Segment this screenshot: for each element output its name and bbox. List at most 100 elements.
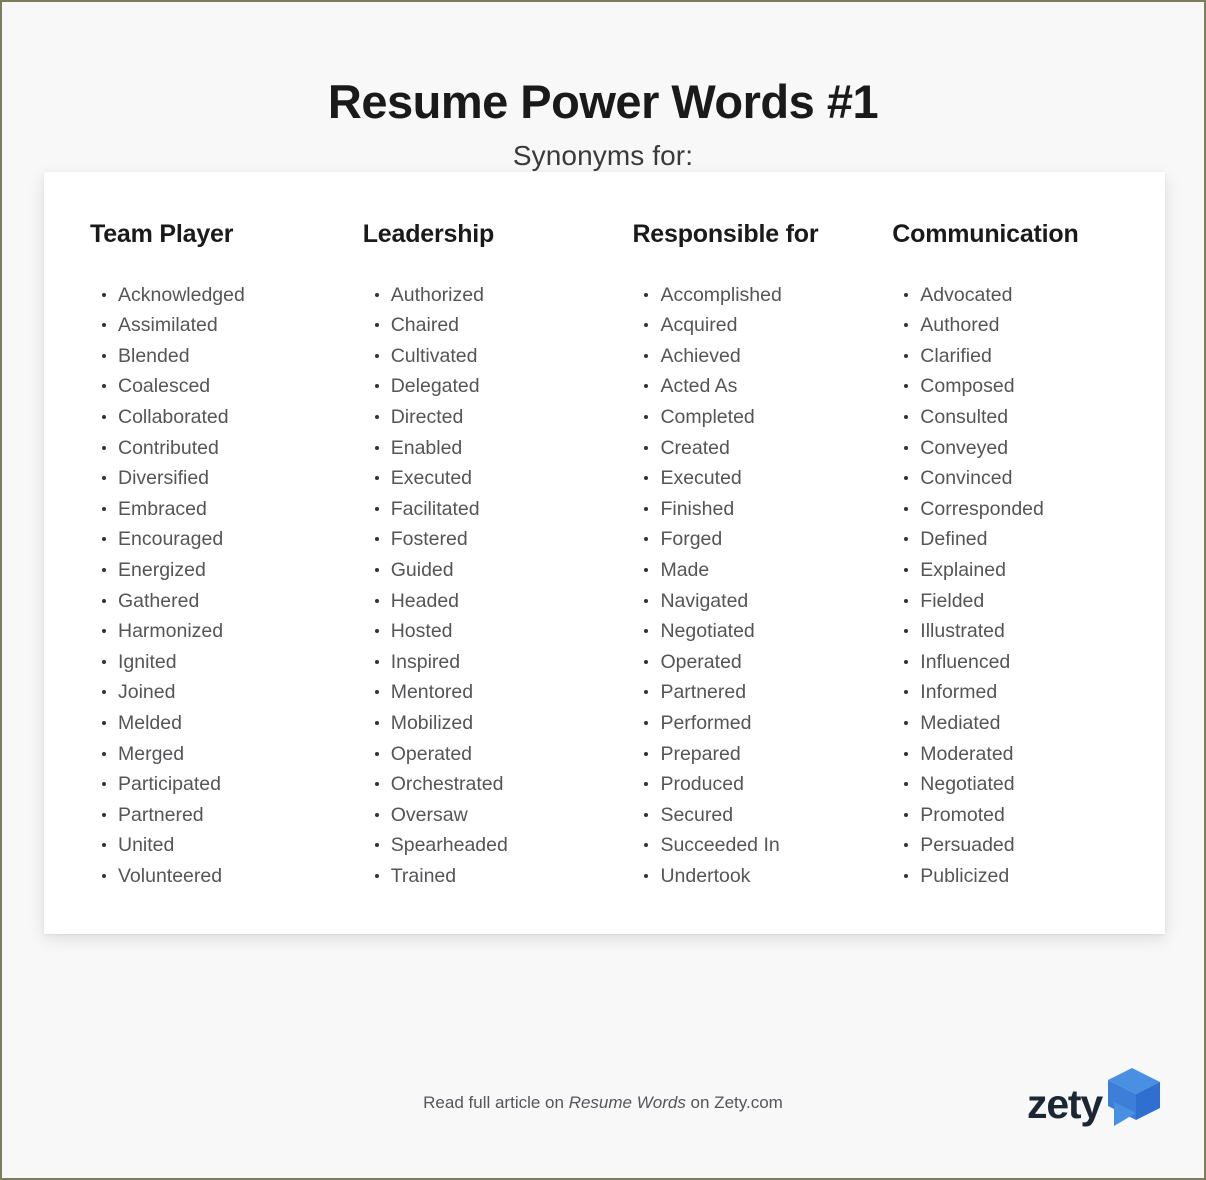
footer-note-article-title: Resume Words: [568, 1093, 686, 1112]
list-item: Gathered: [102, 586, 363, 617]
list-item: Authored: [904, 310, 1165, 341]
list-item: Mentored: [374, 677, 633, 708]
list-item: Authorized: [374, 280, 633, 311]
list-item: Assimilated: [102, 310, 363, 341]
list-item: Explained: [904, 555, 1165, 586]
list-item: Composed: [904, 371, 1165, 402]
bullet-icon: [102, 567, 106, 572]
bullet-icon: [102, 537, 106, 542]
zety-logo[interactable]: zety: [1027, 1068, 1162, 1135]
word-label: Authorized: [390, 283, 484, 306]
bullet-icon: [904, 506, 909, 511]
word-label: Conveyed: [920, 436, 1009, 459]
bullet-icon: [644, 873, 649, 878]
bullet-icon: [102, 476, 106, 481]
list-item: Created: [644, 433, 892, 464]
list-item: Illustrated: [904, 616, 1165, 647]
word-label: Directed: [390, 406, 464, 428]
bullet-icon: [644, 353, 649, 358]
word-list-leadership: Authorized Chaired Cultivated Delegated …: [363, 280, 633, 892]
word-label: Embraced: [118, 497, 207, 520]
bullet-icon: [102, 782, 106, 787]
word-label: Convinced: [920, 467, 1013, 490]
word-label: Mobilized: [390, 711, 474, 734]
word-label: Created: [660, 436, 730, 459]
word-label: Achieved: [660, 344, 741, 367]
bullet-icon: [904, 292, 909, 297]
list-item: Encouraged: [102, 524, 363, 555]
word-label: Fostered: [390, 528, 468, 551]
word-label: Fielded: [920, 589, 985, 612]
bullet-icon: [374, 537, 379, 542]
word-label: Executed: [390, 467, 473, 490]
footer: Read full article on Resume Words on Zet…: [2, 1060, 1204, 1178]
word-label: Collaborated: [118, 406, 229, 428]
word-label: Gathered: [118, 589, 200, 612]
list-item: Cultivated: [374, 341, 633, 372]
word-label: Defined: [920, 528, 988, 551]
bullet-icon: [904, 598, 909, 603]
list-item: Energized: [102, 555, 363, 586]
list-item: Fielded: [904, 586, 1165, 617]
list-item: Headed: [374, 586, 633, 617]
list-item: Secured: [644, 800, 892, 831]
list-item: Negotiated: [644, 616, 892, 647]
infographic-page: Resume Power Words #1 Synonyms for: Team…: [2, 2, 1204, 1178]
word-label: Acknowledged: [118, 283, 245, 306]
bullet-icon: [374, 751, 379, 756]
bullet-icon: [904, 751, 909, 756]
word-label: Produced: [660, 773, 744, 796]
word-label: Forged: [660, 528, 723, 551]
word-list-responsible-for: Accomplished Acquired Achieved Acted As …: [632, 280, 892, 892]
footer-note-suffix: on Zety.com: [685, 1093, 783, 1112]
list-item: Informed: [904, 677, 1165, 708]
bullet-icon: [374, 843, 379, 848]
bullet-icon: [102, 445, 106, 450]
list-item: Undertook: [644, 861, 892, 892]
list-item: Corresponded: [904, 494, 1165, 525]
column-heading-team-player: Team Player: [90, 219, 234, 248]
bullet-icon: [102, 812, 106, 817]
word-label: Headed: [390, 589, 460, 612]
list-item: Acknowledged: [102, 280, 363, 311]
bullet-icon: [904, 323, 909, 328]
word-label: Performed: [660, 711, 752, 734]
bullet-icon: [644, 506, 649, 511]
bullet-icon: [644, 812, 649, 817]
word-label: Negotiated: [660, 620, 755, 643]
word-label: Publicized: [920, 864, 1010, 887]
list-item: Guided: [374, 555, 633, 586]
bullet-icon: [102, 384, 106, 389]
word-label: Completed: [660, 406, 755, 428]
list-item: Executed: [374, 463, 633, 494]
list-item: Directed: [374, 402, 633, 433]
word-label: Facilitated: [390, 497, 480, 520]
word-label: Illustrated: [920, 620, 1005, 643]
bullet-icon: [374, 629, 379, 634]
bullet-icon: [904, 843, 909, 848]
word-label: Undertook: [660, 864, 751, 887]
list-item: Operated: [644, 647, 892, 678]
word-label: Guided: [390, 558, 454, 581]
bullet-icon: [644, 751, 649, 756]
word-columns: Team Player Acknowledged Assimilated Ble…: [44, 172, 1165, 892]
word-label: Moderated: [920, 742, 1014, 765]
list-item: Inspired: [374, 647, 633, 678]
column-heading-responsible-for: Responsible for: [632, 219, 819, 248]
column-heading-communication: Communication: [892, 219, 1079, 248]
zety-logo-text: zety: [1027, 1081, 1103, 1127]
bullet-icon: [904, 567, 909, 572]
bullet-icon: [904, 353, 909, 358]
word-label: Melded: [118, 711, 182, 734]
word-label: United: [118, 834, 175, 857]
list-item: Navigated: [644, 586, 892, 617]
bullet-icon: [374, 598, 379, 603]
bullet-icon: [374, 384, 379, 389]
bullet-icon: [904, 445, 909, 450]
word-label: Influenced: [920, 650, 1011, 673]
list-item: Negotiated: [904, 769, 1165, 800]
bullet-icon: [374, 506, 379, 511]
list-item: Partnered: [644, 677, 892, 708]
list-item: Consulted: [904, 402, 1165, 433]
word-label: Executed: [660, 467, 742, 490]
